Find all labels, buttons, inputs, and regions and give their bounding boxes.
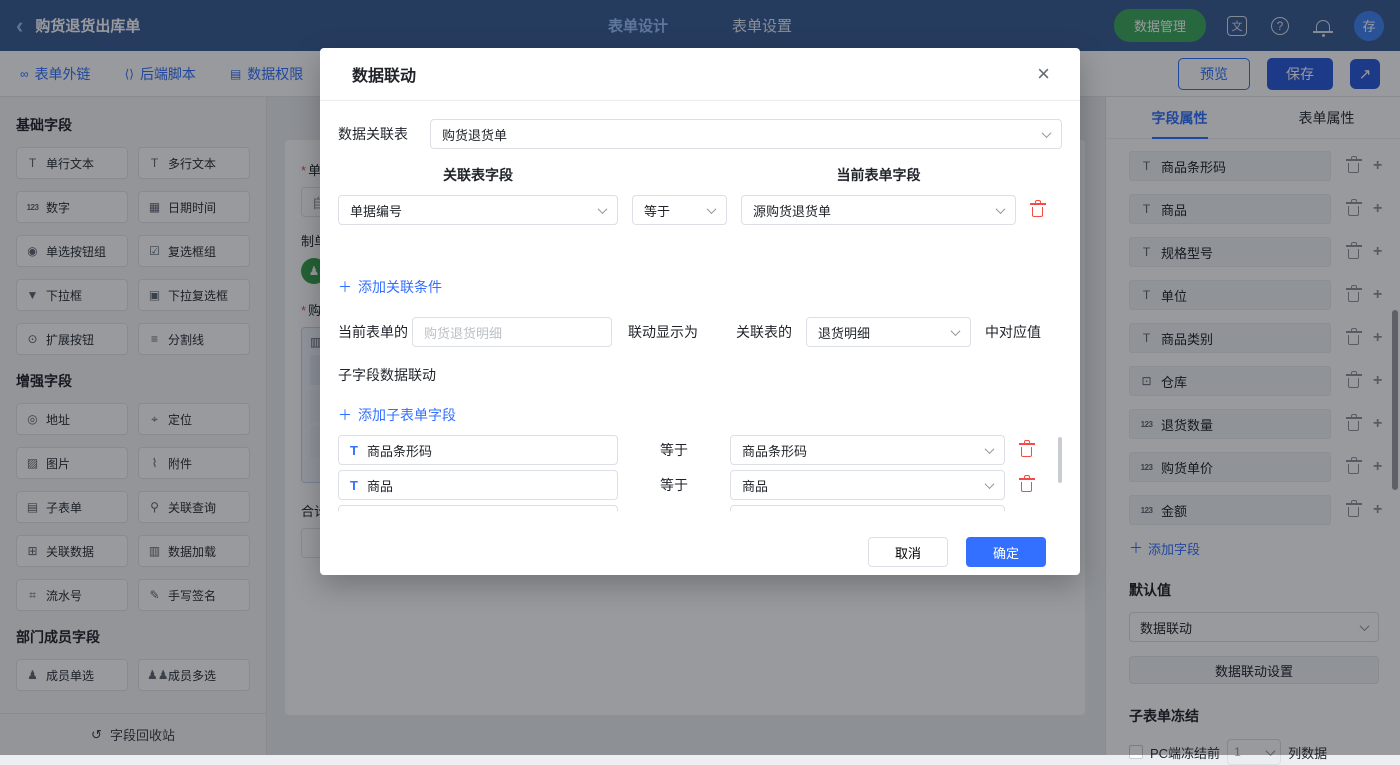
dialog-title: 数据联动 xyxy=(352,62,416,86)
dialog-header: 数据联动 × xyxy=(320,48,1080,101)
close-icon[interactable]: × xyxy=(1037,63,1050,85)
current-subform-input[interactable]: 购货退货明细 xyxy=(412,317,612,347)
condition-headers: 关联表字段 当前表单字段 xyxy=(338,165,1062,185)
chevron-down-icon xyxy=(598,204,608,214)
confirm-button[interactable]: 确定 xyxy=(966,537,1046,567)
subfield-chip-partial[interactable] xyxy=(338,505,618,511)
chevron-down-icon xyxy=(707,204,717,214)
dialog-body: 数据关联表 购货退货单 关联表字段 当前表单字段 单据编号 等于 源购货退货单 xyxy=(320,101,1080,567)
subfield-operator: 等于 xyxy=(618,475,730,495)
display-suffix: 中对应值 xyxy=(985,322,1041,342)
add-condition-link[interactable]: ＋ 添加关联条件 xyxy=(338,277,1062,297)
relation-table-select[interactable]: 购货退货单 xyxy=(430,119,1062,149)
delete-condition-icon[interactable] xyxy=(1032,201,1043,220)
delete-subfield-icon[interactable] xyxy=(1021,441,1032,460)
display-config-row: 当前表单的 购货退货明细 联动显示为 关联表的 退货明细 中对应值 xyxy=(338,317,1062,347)
condition-field-select[interactable]: 单据编号 xyxy=(338,195,618,225)
plus-icon: ＋ xyxy=(338,277,352,297)
subfield-value-select[interactable] xyxy=(730,505,1005,511)
subfield-operator: 等于 xyxy=(618,440,730,460)
chevron-down-icon xyxy=(996,204,1006,214)
plus-icon: ＋ xyxy=(338,405,352,425)
text-field-icon: T xyxy=(350,478,358,493)
subfield-linkage-title: 子字段数据联动 xyxy=(338,365,1062,385)
subfield-row-partial xyxy=(338,505,1062,511)
subfield-scrollbar-thumb[interactable] xyxy=(1058,437,1062,483)
delete-subfield-icon[interactable] xyxy=(1021,476,1032,495)
chevron-down-icon xyxy=(1042,128,1052,138)
relation-table-label: 数据关联表 xyxy=(338,124,408,144)
condition-row: 单据编号 等于 源购货退货单 xyxy=(338,195,1062,225)
subfield-chip-barcode[interactable]: T 商品条形码 xyxy=(338,435,618,465)
add-subfield-link[interactable]: ＋ 添加子表单字段 xyxy=(338,405,1062,425)
cancel-button[interactable]: 取消 xyxy=(868,537,948,567)
related-field-header: 关联表字段 xyxy=(338,165,618,185)
display-prefix: 当前表单的 xyxy=(338,322,408,342)
subfield-row-barcode: T 商品条形码 等于 商品条形码 xyxy=(338,435,1062,465)
chevron-down-icon xyxy=(985,444,995,454)
relation-table-row: 数据关联表 购货退货单 xyxy=(338,119,1062,149)
current-field-header: 当前表单字段 xyxy=(741,165,1016,185)
condition-operator-select[interactable]: 等于 xyxy=(632,195,727,225)
related-table-label: 关联表的 xyxy=(736,322,792,342)
dialog-footer: 取消 确定 xyxy=(338,511,1062,567)
display-middle: 联动显示为 xyxy=(628,322,698,342)
subfield-row-product: T 商品 等于 商品 xyxy=(338,470,1062,500)
condition-target-select[interactable]: 源购货退货单 xyxy=(741,195,1016,225)
data-linkage-dialog: 数据联动 × 数据关联表 购货退货单 关联表字段 当前表单字段 单据编号 等于 xyxy=(320,48,1080,575)
chevron-down-icon xyxy=(985,479,995,489)
chevron-down-icon xyxy=(951,326,961,336)
related-subform-select[interactable]: 退货明细 xyxy=(806,317,971,347)
text-field-icon: T xyxy=(350,443,358,458)
subfield-rows: T 商品条形码 等于 商品条形码 T 商品 等于 商品 xyxy=(338,435,1062,511)
subfield-value-select[interactable]: 商品条形码 xyxy=(730,435,1005,465)
subfield-chip-product[interactable]: T 商品 xyxy=(338,470,618,500)
subfield-value-select[interactable]: 商品 xyxy=(730,470,1005,500)
